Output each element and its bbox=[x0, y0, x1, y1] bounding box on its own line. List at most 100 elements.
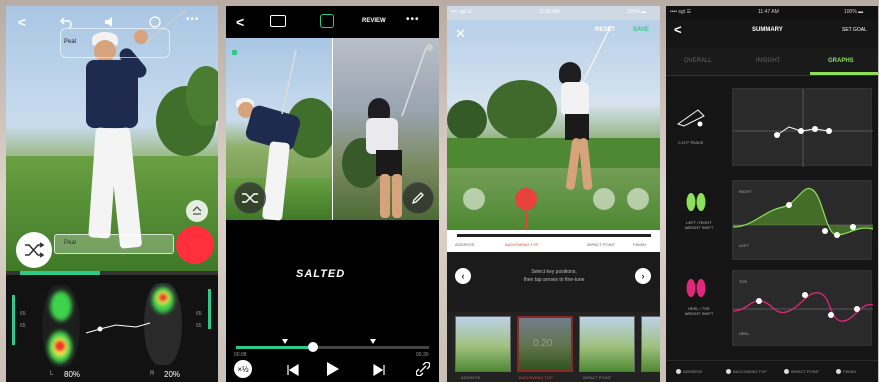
tab-graphs[interactable]: GRAPHS bbox=[828, 58, 854, 64]
thumbnail-impact[interactable] bbox=[579, 316, 635, 372]
more-menu-icon[interactable]: ••• bbox=[406, 14, 420, 25]
legend: ADDRESS BACKSWING TOP IMPACT POINT FINIS… bbox=[666, 360, 878, 382]
cop-trace bbox=[85, 322, 151, 334]
split-divider[interactable] bbox=[332, 38, 333, 220]
battery: 100% ▬ bbox=[844, 9, 864, 15]
record-button[interactable] bbox=[176, 226, 214, 264]
marker-impact-point[interactable] bbox=[593, 188, 615, 210]
right-balance-bar bbox=[208, 289, 211, 329]
brand-logo: SALTED bbox=[296, 268, 346, 280]
right-label: R bbox=[150, 371, 155, 377]
set-goal-button[interactable]: SET GOAL bbox=[842, 27, 867, 33]
play-icon bbox=[327, 362, 339, 376]
chart-heel-toe[interactable]: TOE HEEL bbox=[732, 270, 874, 346]
marker-address[interactable] bbox=[463, 188, 485, 210]
scale-left-bottom: 65 bbox=[20, 323, 26, 329]
rotate-icon bbox=[192, 206, 202, 215]
back-arrow-icon[interactable]: < bbox=[674, 22, 682, 37]
instructions-text: Select key positions, then tap arrows to… bbox=[523, 269, 585, 283]
live-indicator bbox=[232, 50, 237, 55]
tilt-button[interactable] bbox=[186, 200, 208, 222]
row-label-heel-toe: HEEL / TOE WEIGHT SHIFT bbox=[684, 306, 714, 316]
reset-button[interactable]: RESET bbox=[595, 27, 615, 33]
scale-left-top: 65 bbox=[20, 311, 26, 317]
next-frame-button[interactable] bbox=[372, 363, 386, 381]
swing-view-icon[interactable] bbox=[320, 14, 334, 28]
speed-button[interactable]: ×½ bbox=[234, 360, 252, 378]
tab-insight[interactable]: INSIGHT bbox=[756, 58, 780, 64]
next-arrow-button[interactable]: › bbox=[635, 268, 651, 284]
review-label[interactable]: REVIEW bbox=[362, 18, 386, 24]
row-label-left-right: LEFT / RIGHT WEIGHT SHIFT bbox=[684, 220, 714, 230]
save-button[interactable]: SAVE bbox=[633, 27, 649, 33]
tag-button[interactable] bbox=[146, 14, 164, 30]
undo-button[interactable] bbox=[58, 14, 76, 30]
draw-button[interactable] bbox=[402, 182, 434, 214]
chart-cop-trace[interactable] bbox=[732, 88, 873, 167]
clock: 11:47 AM bbox=[758, 9, 779, 15]
chart-left-right[interactable]: RIGHT LEFT bbox=[732, 180, 874, 260]
thumbnail-value: 0.20 bbox=[533, 338, 553, 349]
thumb-label-impact: IMPACT POINT bbox=[583, 375, 612, 380]
back-button[interactable]: < bbox=[14, 14, 30, 30]
tab-indicator bbox=[810, 72, 878, 75]
back-arrow-icon: < bbox=[17, 14, 27, 30]
link-button[interactable] bbox=[415, 361, 431, 381]
status-bar: •••• sgt ☰ 11:47 AM 100% ▬ bbox=[666, 6, 878, 20]
marker-backswing-top[interactable] bbox=[515, 188, 537, 210]
row-label-cop: C.O.P TRACE bbox=[678, 140, 704, 145]
skip-forward-icon bbox=[373, 363, 385, 377]
sound-button[interactable] bbox=[102, 14, 120, 30]
screen-foot-pressure: Peal Peal < ••• 65 65 65 65 L 80% R 20% bbox=[6, 6, 218, 382]
position-label-finish: FINISH bbox=[633, 242, 647, 247]
battery: 100% ▬ bbox=[627, 9, 647, 15]
legend-finish: FINISH bbox=[843, 369, 857, 374]
legend-backswing: BACKSWING TOP bbox=[733, 369, 767, 374]
back-arrow-icon[interactable]: < bbox=[236, 14, 244, 30]
feet-green-icon bbox=[684, 190, 708, 219]
axis-label-left: LEFT bbox=[739, 243, 749, 248]
marker-end-icon bbox=[370, 339, 376, 344]
thumbnail-finish[interactable] bbox=[641, 316, 660, 372]
marker-finish[interactable] bbox=[627, 188, 649, 210]
prev-arrow-button[interactable]: ‹ bbox=[455, 268, 471, 284]
scale-right-bottom: 65 bbox=[196, 323, 202, 329]
scale-right-top: 65 bbox=[196, 311, 202, 317]
pressure-panel: 65 65 65 65 L 80% R 20% bbox=[6, 275, 218, 382]
legend-address: ADDRESS bbox=[683, 369, 703, 374]
tag-bottom: Peal bbox=[64, 240, 77, 246]
thumb-label-backswing: BACKSWING TOP bbox=[519, 375, 553, 380]
position-timeline[interactable] bbox=[457, 234, 651, 237]
status-bar: •••• sgt ☰ 11:05 AM 100% ▬ bbox=[447, 6, 660, 20]
thumbnail-backswing[interactable]: 0.20 bbox=[517, 316, 573, 372]
position-label-backswing: BACKSWING TOP bbox=[505, 242, 539, 247]
play-button[interactable] bbox=[326, 361, 340, 382]
chevron-left-icon: ‹ bbox=[461, 271, 465, 281]
speaker-icon bbox=[105, 17, 112, 27]
prev-frame-button[interactable] bbox=[286, 363, 300, 381]
undo-icon bbox=[60, 17, 72, 28]
compare-icon[interactable] bbox=[270, 15, 286, 27]
chevron-right-icon: › bbox=[641, 271, 645, 281]
thumbnail-address[interactable] bbox=[455, 316, 511, 372]
tab-bar: OVERALL INSIGHT GRAPHS bbox=[666, 48, 878, 76]
speed-icon: ×½ bbox=[237, 364, 249, 374]
thumb-label-address: ADDRESS bbox=[461, 375, 481, 380]
left-percentage: 80% bbox=[64, 370, 81, 379]
shuffle-icon bbox=[25, 242, 44, 258]
close-icon[interactable]: ✕ bbox=[455, 26, 466, 42]
link-icon bbox=[415, 361, 431, 377]
more-menu-icon[interactable]: ••• bbox=[186, 14, 200, 25]
shuffle-button[interactable] bbox=[234, 182, 266, 214]
tracking-box bbox=[60, 28, 170, 58]
axis-label-heel: HEEL bbox=[739, 331, 750, 336]
tab-overall[interactable]: OVERALL bbox=[684, 58, 712, 64]
feet-pink-icon bbox=[684, 276, 708, 305]
axis-label-right: RIGHT bbox=[739, 189, 752, 194]
shuffle-button[interactable] bbox=[16, 232, 52, 268]
screen-summary-graphs: •••• sgt ☰ 11:47 AM 100% ▬ < SUMMARY SET… bbox=[666, 6, 878, 382]
screen-key-positions: •••• sgt ☰ 11:05 AM 100% ▬ ✕ RESET SAVE … bbox=[447, 6, 660, 382]
scrubber-handle[interactable] bbox=[308, 342, 318, 352]
skip-back-icon bbox=[287, 363, 299, 377]
top-bar: < REVIEW ••• bbox=[226, 6, 439, 38]
